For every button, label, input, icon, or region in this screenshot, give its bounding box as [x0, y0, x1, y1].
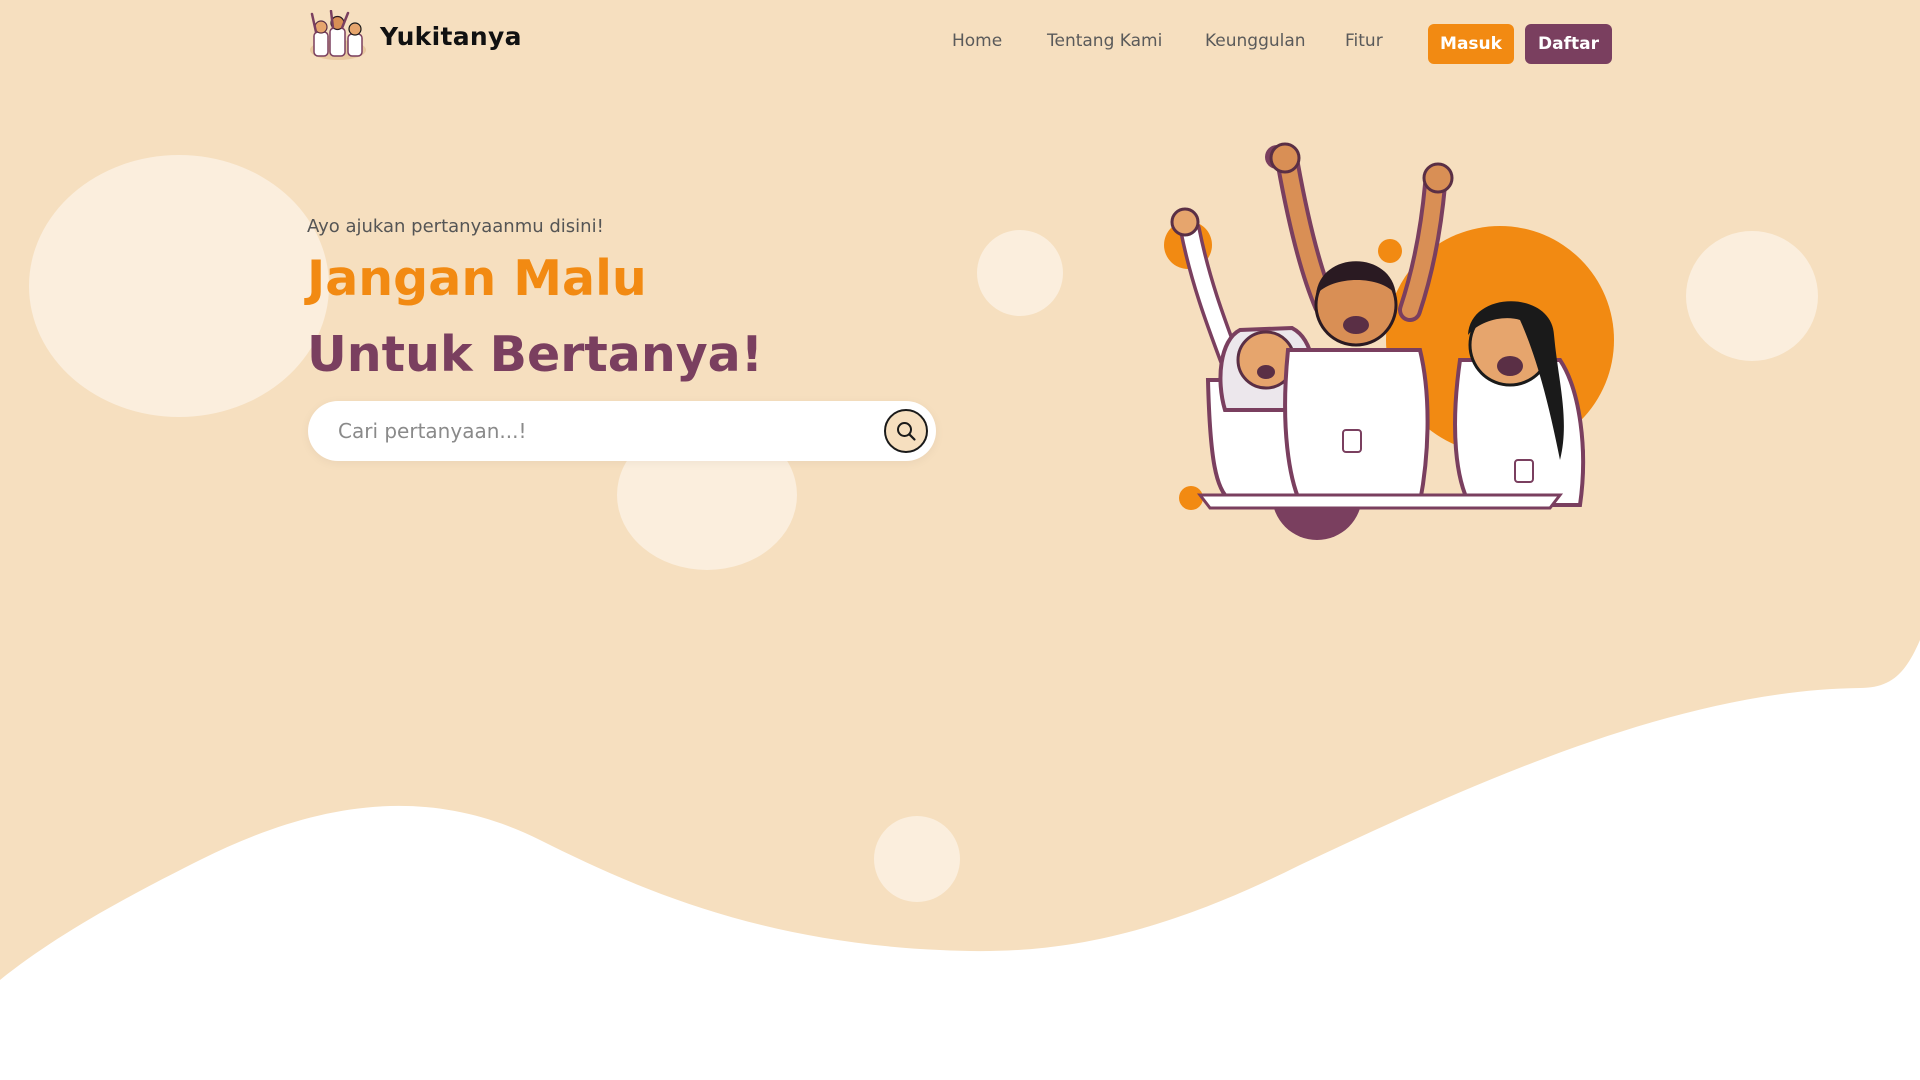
search-icon — [897, 422, 916, 441]
nav-link-fitur[interactable]: Fitur — [1345, 31, 1383, 51]
decor-circle — [977, 230, 1063, 316]
hero-headline-line1: Jangan Malu — [307, 250, 647, 307]
masuk-button[interactable]: Masuk — [1428, 24, 1514, 64]
hero-subtitle: Ayo ajukan pertanyaanmu disini! — [307, 216, 604, 237]
decor-circle — [1686, 231, 1818, 361]
decor-circle — [29, 155, 329, 417]
navbar: Yukitanya Home Tentang Kami Keunggulan F… — [0, 0, 1920, 88]
decor-circle — [874, 816, 960, 902]
nav-link-tentang-kami[interactable]: Tentang Kami — [1047, 31, 1162, 51]
search-bar — [308, 401, 936, 461]
search-input[interactable] — [338, 401, 838, 461]
hero-text: Ayo ajukan pertanyaanmu disini! Jangan M… — [307, 216, 987, 389]
nav-link-keunggulan[interactable]: Keunggulan — [1205, 31, 1306, 51]
hero-headline-line2: Untuk Bertanya! — [307, 326, 764, 383]
nav-links: Home Tentang Kami Keunggulan Fitur — [0, 31, 1920, 59]
three-students-raising-hands-illustration — [1164, 142, 1614, 540]
search-button[interactable] — [884, 409, 928, 453]
nav-link-home[interactable]: Home — [952, 31, 1002, 51]
daftar-button[interactable]: Daftar — [1525, 24, 1612, 64]
